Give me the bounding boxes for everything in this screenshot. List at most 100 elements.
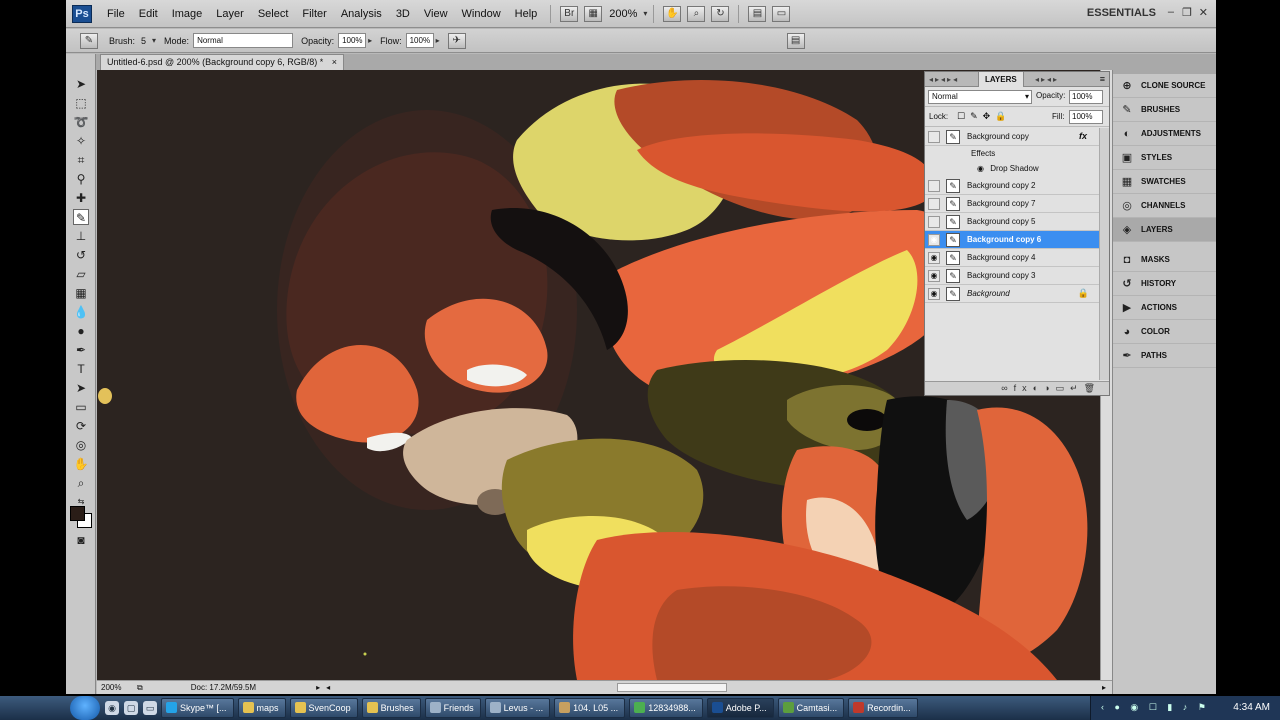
minimize-icon[interactable]: – (1168, 6, 1174, 18)
magic-wand-icon[interactable]: ✧ (73, 133, 89, 149)
taskbar-item[interactable]: maps (237, 698, 286, 718)
menu-analysis[interactable]: Analysis (334, 0, 389, 28)
brush-tool-icon[interactable]: ✎ (73, 209, 89, 225)
desktop-quicklaunch-icon[interactable]: ▭ (143, 701, 157, 715)
taskbar-item[interactable]: Skype™ [... (161, 698, 234, 718)
history-brush-icon[interactable]: ↺ (73, 247, 89, 263)
brush-preset-icon[interactable]: ✎ (80, 32, 98, 49)
visibility-toggle-eye-icon[interactable]: ◉ (928, 234, 940, 246)
effects-row[interactable]: Effects (925, 146, 1099, 161)
chevron-down-icon[interactable]: ▾ (152, 36, 156, 45)
menu-file[interactable]: File (100, 0, 132, 28)
dock-history[interactable]: ↺ HISTORY (1113, 272, 1216, 296)
tab-layers[interactable]: LAYERS (978, 72, 1024, 87)
3d-rotate-icon[interactable]: ⟳ (73, 418, 89, 434)
dock-swatches[interactable]: ▦ SWATCHES (1113, 170, 1216, 194)
layers-footer-icons[interactable]: ∞fx◐◑▭↵🗑 (925, 381, 1109, 395)
horizontal-scroll-thumb[interactable] (617, 683, 727, 692)
visibility-toggle[interactable] (928, 180, 940, 192)
dock-brushes[interactable]: ✎ BRUSHES (1113, 98, 1216, 122)
brush-size[interactable]: 5 (141, 36, 146, 46)
quick-mask-icon[interactable]: ◙ (73, 532, 89, 548)
gradient-tool-icon[interactable]: ▦ (73, 285, 89, 301)
screen-mode-icon[interactable]: ▭ (772, 5, 791, 22)
taskbar-item[interactable]: Camtasi... (777, 698, 845, 718)
menu-filter[interactable]: Filter (295, 0, 333, 28)
layer-row-selected[interactable]: ◉ ✎ Background copy 6 (925, 231, 1099, 249)
layer-row[interactable]: ◉ ✎ Background 🔒 (925, 285, 1099, 303)
move-tool-icon[interactable]: ➤ (73, 76, 89, 92)
marquee-tool-icon[interactable]: ⬚ (73, 95, 89, 111)
menu-layer[interactable]: Layer (209, 0, 251, 28)
taskbar-item[interactable]: 104. L05 ... (554, 698, 626, 718)
dock-adjustments[interactable]: ◐ ADJUSTMENTS (1113, 122, 1216, 146)
pen-tool-icon[interactable]: ✒ (73, 342, 89, 358)
status-zoom[interactable]: 200% (97, 681, 137, 694)
menu-window[interactable]: Window (455, 0, 508, 28)
bridge-icon[interactable]: Br (560, 5, 579, 22)
menu-help[interactable]: Help (508, 0, 545, 28)
dock-masks[interactable]: ◘ MASKS (1113, 248, 1216, 272)
dock-color[interactable]: ◕ COLOR (1113, 320, 1216, 344)
restore-icon[interactable]: ❐ (1182, 6, 1192, 19)
healing-brush-icon[interactable]: ✚ (73, 190, 89, 206)
tray-icons[interactable]: ‹ ● ◉ ☐ ▮ ♪ ⚑ (1101, 702, 1210, 713)
dock-styles[interactable]: ▣ STYLES (1113, 146, 1216, 170)
taskbar-item[interactable]: Brushes (361, 698, 421, 718)
visibility-toggle[interactable] (928, 198, 940, 210)
brush-panel-icon[interactable]: ▤ (786, 32, 805, 49)
airbrush-icon[interactable]: ✈ (447, 32, 466, 49)
fx-icon[interactable]: fx (1079, 131, 1087, 141)
hand-icon[interactable]: ✋ (663, 5, 682, 22)
menu-edit[interactable]: Edit (132, 0, 165, 28)
layers-scrollbar[interactable] (1099, 128, 1109, 380)
dock-channels[interactable]: ◎ CHANNELS (1113, 194, 1216, 218)
collapsed-tabs-icons[interactable]: ◂▸◂▸◂ (929, 72, 959, 87)
path-selection-icon[interactable]: ➤ (73, 380, 89, 396)
taskbar-item[interactable]: Levus - ... (484, 698, 551, 718)
layer-row[interactable]: ✎ Background copy 5 (925, 213, 1099, 231)
dock-paths[interactable]: ✒ PATHS (1113, 344, 1216, 368)
layer-row[interactable]: ◉ ✎ Background copy 4 (925, 249, 1099, 267)
explorer-quicklaunch-icon[interactable]: ▢ (124, 701, 138, 715)
fill-field[interactable]: 100% (1069, 110, 1103, 124)
close-tab-icon[interactable]: × (332, 57, 337, 67)
3d-orbit-icon[interactable]: ◎ (73, 437, 89, 453)
eyedropper-icon[interactable]: ⚲ (73, 171, 89, 187)
blur-tool-icon[interactable]: 💧 (73, 304, 89, 320)
visibility-toggle-eye-icon[interactable]: ◉ (928, 288, 940, 300)
shape-tool-icon[interactable]: ▭ (73, 399, 89, 415)
lasso-tool-icon[interactable]: ➰ (73, 114, 89, 130)
chevron-down-icon[interactable]: ▾ (643, 9, 647, 18)
doc-size[interactable]: Doc: 17.2M/59.5M (191, 681, 256, 694)
taskbar-item[interactable]: Recordin... (848, 698, 918, 718)
menu-view[interactable]: View (417, 0, 455, 28)
menu-3d[interactable]: 3D (389, 0, 417, 28)
visibility-toggle[interactable] (928, 216, 940, 228)
dodge-tool-icon[interactable]: ● (73, 323, 89, 339)
hand-tool-icon[interactable]: ✋ (73, 456, 89, 472)
menu-select[interactable]: Select (251, 0, 296, 28)
view-extras-icon[interactable]: ▦ (584, 5, 603, 22)
collapsed-tabs-icons[interactable]: ◂▸◂▸ (1035, 72, 1059, 87)
eye-icon[interactable]: ◉ (977, 164, 984, 173)
layer-opacity-field[interactable]: 100% (1069, 90, 1103, 104)
start-button[interactable] (70, 696, 100, 720)
scroll-left-icon[interactable]: ◂ (326, 681, 330, 694)
dock-actions[interactable]: ▶ ACTIONS (1113, 296, 1216, 320)
visibility-toggle-eye-icon[interactable]: ◉ (928, 252, 940, 264)
zoom-icon[interactable]: ⌕ (687, 5, 706, 22)
blend-mode-select[interactable]: Normal (928, 90, 1032, 104)
chevron-right-icon[interactable]: ▸ (436, 36, 440, 45)
chrome-quicklaunch-icon[interactable]: ◉ (105, 701, 119, 715)
panel-menu-icon[interactable]: ≡ (1100, 72, 1105, 87)
visibility-toggle-eye-icon[interactable]: ◉ (928, 270, 940, 282)
taskbar-item[interactable]: Friends (424, 698, 481, 718)
layer-row[interactable]: ◉ ✎ Background copy 3 (925, 267, 1099, 285)
scroll-right-icon[interactable]: ▸ (1102, 681, 1106, 694)
clock[interactable]: 4:34 AM (1233, 702, 1270, 713)
zoom-tool-icon[interactable]: ⌕ (73, 475, 89, 491)
menu-image[interactable]: Image (165, 0, 210, 28)
dock-clone-source[interactable]: ⊕ CLONE SOURCE (1113, 74, 1216, 98)
rotate-view-icon[interactable]: ↻ (711, 5, 730, 22)
